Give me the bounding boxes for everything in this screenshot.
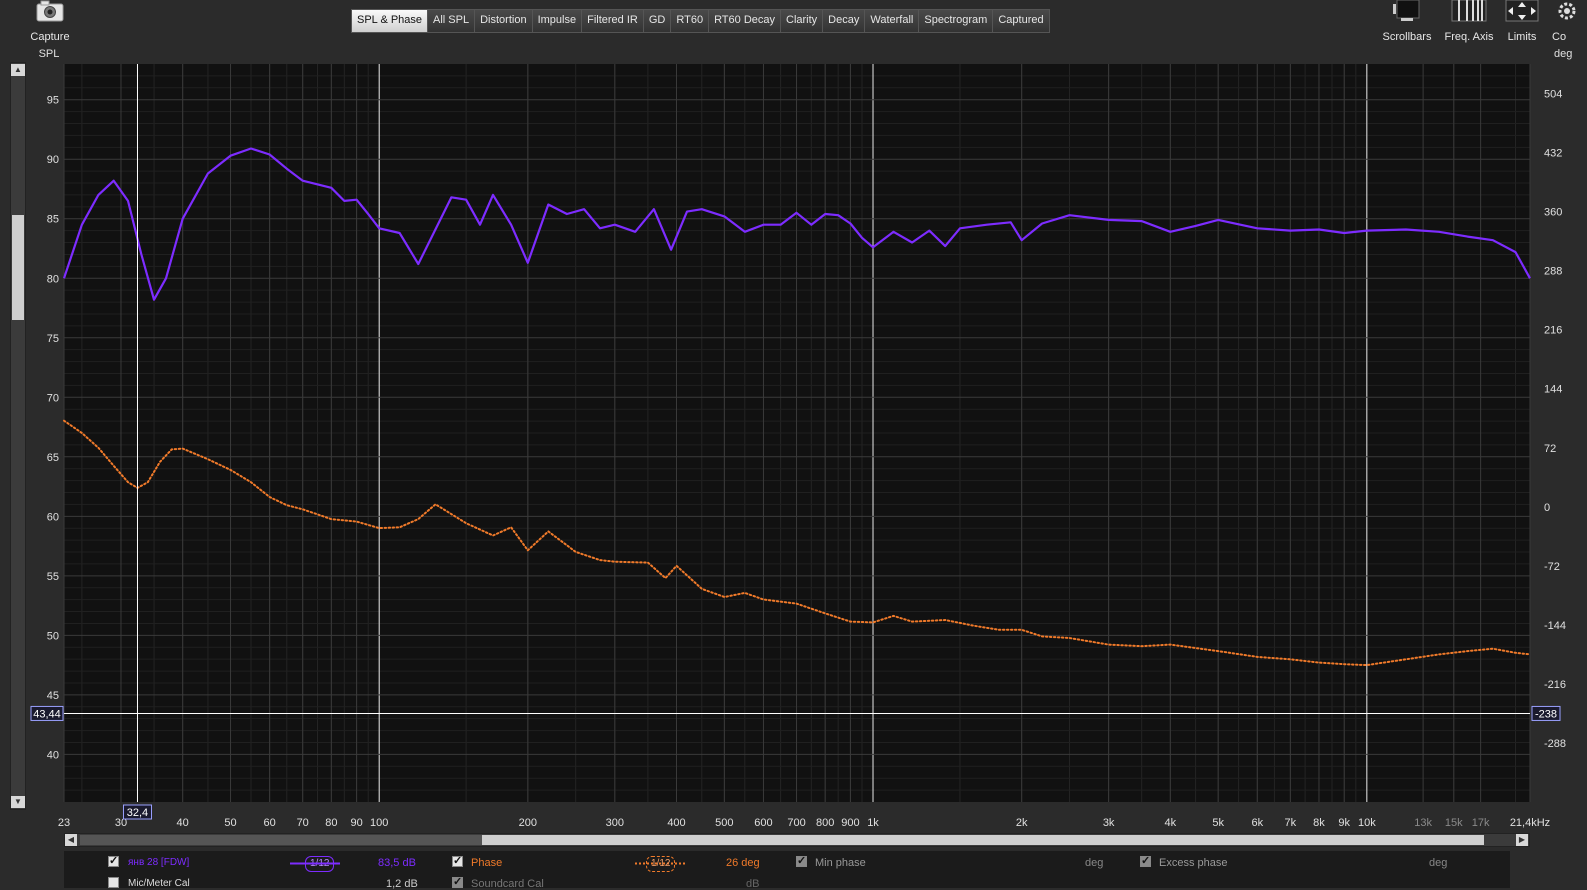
mic-cal-label: Mic/Meter Cal	[128, 878, 190, 889]
y2-tick-label: 288	[1544, 266, 1562, 278]
y-tick-label: 70	[47, 392, 59, 404]
y2-tick-label: 0	[1544, 502, 1550, 514]
cursor-phase-label: -238	[1535, 708, 1557, 720]
y2-tick-label: 504	[1544, 89, 1562, 101]
x-tick-label: 23	[58, 817, 70, 829]
x-tick-label: 17k	[1472, 817, 1490, 829]
x-tick-label: 8k	[1313, 817, 1325, 829]
x-tick-label: 50	[224, 817, 236, 829]
x-tick-label: 70	[297, 817, 309, 829]
x-tick-label: 7k	[1285, 817, 1297, 829]
phase-cursor-value: 26 deg	[726, 857, 760, 869]
x-tick-label: 15k	[1445, 817, 1463, 829]
y-tick-label: 40	[47, 749, 59, 761]
x-tick-label: 10k	[1358, 817, 1376, 829]
x-tick-label: 300	[606, 817, 624, 829]
x-tick-label: 21,4kHz	[1510, 817, 1550, 829]
y2-tick-label: -72	[1544, 561, 1560, 573]
scroll-right-arrow-icon[interactable]: ▶	[1516, 834, 1528, 846]
horizontal-scroll-thumb[interactable]	[482, 835, 1484, 845]
y-tick-label: 65	[47, 452, 59, 464]
soundcard-cal-unit: dB	[746, 878, 760, 890]
y2-tick-label: 144	[1544, 384, 1562, 396]
y-tick-label: 60	[47, 511, 59, 523]
min-phase-checkbox[interactable]	[796, 854, 807, 867]
x-tick-label: 4k	[1165, 817, 1177, 829]
mic-cal-checkbox[interactable]	[108, 877, 119, 888]
y-tick-label: 85	[47, 214, 59, 226]
x-tick-label: 9k	[1338, 817, 1350, 829]
y2-axis-label: deg	[1554, 48, 1572, 60]
excess-phase-label: Excess phase	[1159, 857, 1228, 869]
y2-tick-label: 360	[1544, 207, 1562, 219]
spl-cursor-value: 83,5 dB	[378, 857, 416, 869]
x-tick-label: 600	[754, 817, 772, 829]
vertical-scroll-thumb[interactable]	[12, 215, 24, 320]
y-tick-label: 80	[47, 273, 59, 285]
x-tick-label: 500	[715, 817, 733, 829]
scroll-up-arrow-icon[interactable]: ▲	[11, 64, 25, 76]
y-tick-label: 90	[47, 154, 59, 166]
x-tick-label: 5k	[1212, 817, 1224, 829]
x-tick-label: 40	[177, 817, 189, 829]
x-tick-label: 800	[816, 817, 834, 829]
x-tick-label: 6k	[1251, 817, 1263, 829]
y-axis-label: SPL	[39, 48, 60, 60]
vertical-scrollbar[interactable]	[10, 62, 26, 810]
measurement-checkbox[interactable]	[108, 854, 119, 867]
measurement-name: янв 28 [FDW]	[128, 857, 190, 868]
x-tick-label: 13k	[1414, 817, 1432, 829]
x-tick-label: 90	[350, 817, 362, 829]
y-tick-label: 55	[47, 571, 59, 583]
y-tick-label: 75	[47, 333, 59, 345]
x-tick-label: 900	[841, 817, 859, 829]
mic-cal-value: 1,2 dB	[386, 878, 418, 890]
horizontal-scroll-track-left	[80, 835, 482, 845]
x-tick-label: 1k	[867, 817, 879, 829]
scroll-left-arrow-icon[interactable]: ◀	[65, 834, 77, 846]
phase-label: Phase	[471, 857, 503, 869]
x-tick-label: 200	[519, 817, 537, 829]
scroll-down-arrow-icon[interactable]: ▼	[11, 796, 25, 808]
spl-line-sample-icon	[290, 862, 340, 865]
spl-phase-chart[interactable]: 23 30 40 50 60 70 80 90 100 200 300 400 500 600 700 800…	[0, 0, 1587, 832]
y2-tick-label: -288	[1544, 738, 1566, 750]
y2-tick-label: -216	[1544, 679, 1566, 691]
x-tick-label: 400	[667, 817, 685, 829]
x-tick-label: 100	[370, 817, 388, 829]
y-tick-label: 50	[47, 630, 59, 642]
measurement-legend: янв 28 [FDW] 1/12 83,5 dB Phase 1/12 26 …	[64, 851, 1510, 890]
x-tick-label: 700	[787, 817, 805, 829]
y2-tick-label: 216	[1544, 325, 1562, 337]
cursor-spl-label: 43,44	[33, 708, 61, 720]
soundcard-cal-label: Soundcard Cal	[471, 878, 544, 890]
y2-tick-label: 432	[1544, 148, 1562, 160]
y2-tick-label: -144	[1544, 620, 1566, 632]
y2-tick-label: 72	[1544, 443, 1556, 455]
excess-phase-unit: deg	[1429, 857, 1448, 869]
min-phase-unit: deg	[1085, 857, 1104, 869]
x-tick-label: 3k	[1103, 817, 1115, 829]
min-phase-label: Min phase	[815, 857, 866, 869]
x-tick-label: 80	[325, 817, 337, 829]
x-tick-label: 60	[264, 817, 276, 829]
cursor-freq-label: 32,4	[127, 807, 148, 819]
excess-phase-checkbox[interactable]	[1140, 854, 1151, 867]
phase-checkbox[interactable]	[452, 854, 463, 867]
soundcard-cal-checkbox[interactable]	[452, 875, 463, 888]
x-tick-label: 2k	[1016, 817, 1028, 829]
phase-smoothing-selector[interactable]: 1/12	[646, 856, 676, 872]
y-tick-label: 95	[47, 95, 59, 107]
y-tick-label: 45	[47, 690, 59, 702]
